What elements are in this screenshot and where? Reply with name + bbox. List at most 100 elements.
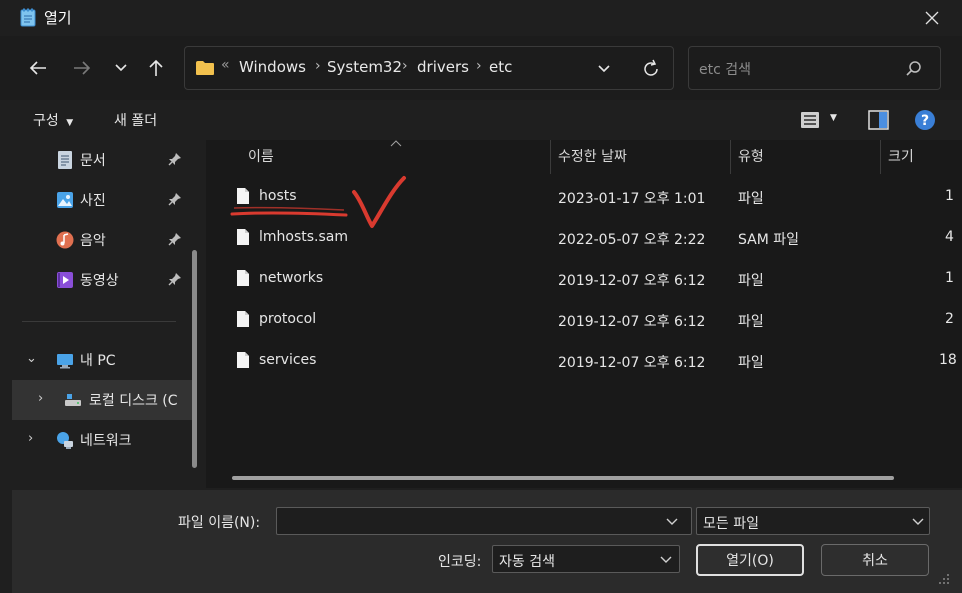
file-row-networks[interactable]: networks 2019-12-07 오후 6:12 파일 1 (230, 260, 962, 301)
sidebar-scrollbar[interactable] (192, 250, 197, 468)
breadcrumb-system32[interactable]: System32 (327, 58, 402, 76)
filetype-value: 모든 파일 (703, 516, 759, 532)
breadcrumb-drivers[interactable]: drivers (417, 58, 469, 76)
pin-icon[interactable] (168, 232, 182, 246)
chevron-right-icon[interactable]: › (38, 391, 43, 406)
column-divider[interactable] (730, 140, 731, 174)
file-row-protocol[interactable]: protocol 2019-12-07 오후 6:12 파일 2 (230, 301, 962, 342)
breadcrumb-etc[interactable]: etc (489, 58, 512, 76)
file-date: 2023-01-17 오후 1:01 (558, 191, 706, 207)
file-size: 4 (945, 229, 954, 245)
pin-icon[interactable] (168, 272, 182, 286)
help-icon: ? (915, 110, 935, 130)
notepad-icon (20, 8, 36, 27)
column-header-size[interactable]: 크기 (888, 146, 914, 166)
music-icon (56, 231, 74, 249)
network-icon (57, 432, 73, 449)
close-button[interactable] (914, 4, 950, 32)
sidebar-item-documents[interactable]: 문서 (12, 140, 196, 180)
filename-field[interactable] (276, 507, 692, 535)
file-date: 2022-05-07 오후 2:22 (558, 232, 706, 248)
filename-label: 파일 이름(N): (178, 515, 261, 531)
file-type: SAM 파일 (738, 232, 800, 248)
document-icon (58, 151, 72, 169)
file-date: 2019-12-07 오후 6:12 (558, 355, 706, 371)
sidebar-item-network[interactable]: › 네트워크 (12, 420, 196, 460)
address-overflow[interactable]: « (221, 57, 230, 73)
svg-text:?: ? (921, 113, 929, 129)
up-button[interactable] (141, 53, 171, 83)
refresh-icon[interactable] (641, 59, 661, 79)
window-title: 열기 (44, 9, 72, 27)
column-header-type[interactable]: 유형 (738, 146, 764, 166)
address-dropdown-icon[interactable] (597, 64, 611, 74)
chevron-down-icon[interactable] (665, 517, 679, 527)
arrow-right-icon (74, 61, 91, 75)
help-button[interactable]: ? (914, 109, 936, 135)
navigation-pane: 문서 사진 음악 동영상 ⌄ 내 PC › 로컬 디스크 (C › 네트워크 (12, 140, 206, 470)
file-date: 2019-12-07 오후 6:12 (558, 273, 706, 289)
caret-down-icon: ▼ (830, 113, 837, 123)
folder-icon (196, 61, 214, 75)
sidebar-item-label: 동영상 (80, 273, 119, 289)
filetype-select[interactable]: 모든 파일 (696, 507, 930, 535)
cancel-button[interactable]: 취소 (821, 544, 929, 576)
sidebar-item-this-pc[interactable]: ⌄ 내 PC (12, 340, 196, 380)
file-icon (237, 311, 249, 327)
pictures-icon (57, 192, 73, 208)
open-button[interactable]: 열기(O) (696, 544, 804, 576)
preview-pane-icon (868, 110, 889, 130)
sidebar-item-local-disk[interactable]: › 로컬 디스크 (C (12, 380, 196, 420)
file-date: 2019-12-07 오후 6:12 (558, 314, 706, 330)
sidebar-item-videos[interactable]: 동영상 (12, 260, 196, 300)
sidebar-item-label: 로컬 디스크 (C (89, 393, 178, 409)
recent-locations-button[interactable] (106, 53, 136, 83)
breadcrumb-separator: › (315, 58, 321, 74)
pin-icon[interactable] (168, 152, 182, 166)
video-icon (57, 272, 73, 288)
pc-icon (57, 354, 73, 369)
chevron-down-icon[interactable]: ⌄ (26, 351, 37, 366)
search-box[interactable]: etc 검색 (688, 46, 941, 90)
organize-button[interactable]: 구성 ▼ (33, 110, 73, 130)
sidebar-item-label: 음악 (80, 233, 106, 249)
resize-grip-icon[interactable] (938, 573, 950, 585)
search-icon[interactable] (905, 60, 923, 78)
column-divider[interactable] (880, 140, 881, 174)
column-divider[interactable] (550, 140, 551, 174)
horizontal-scrollbar[interactable] (232, 476, 894, 480)
chevron-down-icon (660, 556, 672, 563)
list-view-icon (801, 112, 819, 128)
file-row-services[interactable]: services 2019-12-07 오후 6:12 파일 18 (230, 342, 962, 383)
command-toolbar: 구성 ▼ 새 폴더 ▼ ? (0, 100, 962, 140)
file-size: 2 (945, 311, 954, 327)
close-icon (925, 11, 939, 25)
file-type: 파일 (738, 273, 764, 289)
file-icon (237, 270, 249, 286)
preview-pane-button[interactable] (868, 109, 890, 135)
column-header-date[interactable]: 수정한 날짜 (558, 146, 627, 166)
sidebar-item-music[interactable]: 음악 (12, 220, 196, 260)
encoding-select[interactable]: 자동 검색 (492, 545, 680, 573)
back-button[interactable] (23, 53, 53, 83)
arrow-left-icon (29, 61, 46, 75)
caret-down-icon: ▼ (66, 118, 74, 128)
column-header-name[interactable]: 이름 (248, 146, 274, 166)
file-list: 이름 수정한 날짜 유형 크기 hosts 2023-01-17 오후 1:01… (206, 140, 962, 488)
pin-icon[interactable] (168, 192, 182, 206)
view-options-button[interactable]: ▼ (800, 110, 837, 134)
annotation-checkmark (230, 176, 406, 228)
new-folder-button[interactable]: 새 폴더 (114, 110, 157, 130)
file-size: 18 (939, 352, 957, 368)
chevron-down-icon (912, 518, 924, 525)
breadcrumb-windows[interactable]: Windows (239, 58, 306, 76)
forward-button[interactable] (67, 53, 97, 83)
sidebar-item-label: 문서 (80, 153, 106, 169)
chevron-down-icon (115, 64, 127, 72)
chevron-right-icon[interactable]: › (28, 431, 33, 446)
search-input[interactable]: etc 검색 (699, 59, 751, 79)
arrow-up-icon (149, 59, 163, 76)
sidebar-item-pictures[interactable]: 사진 (12, 180, 196, 220)
address-bar[interactable]: « Windows › System32 › drivers › etc (184, 46, 674, 90)
breadcrumb-separator: › (402, 58, 408, 74)
